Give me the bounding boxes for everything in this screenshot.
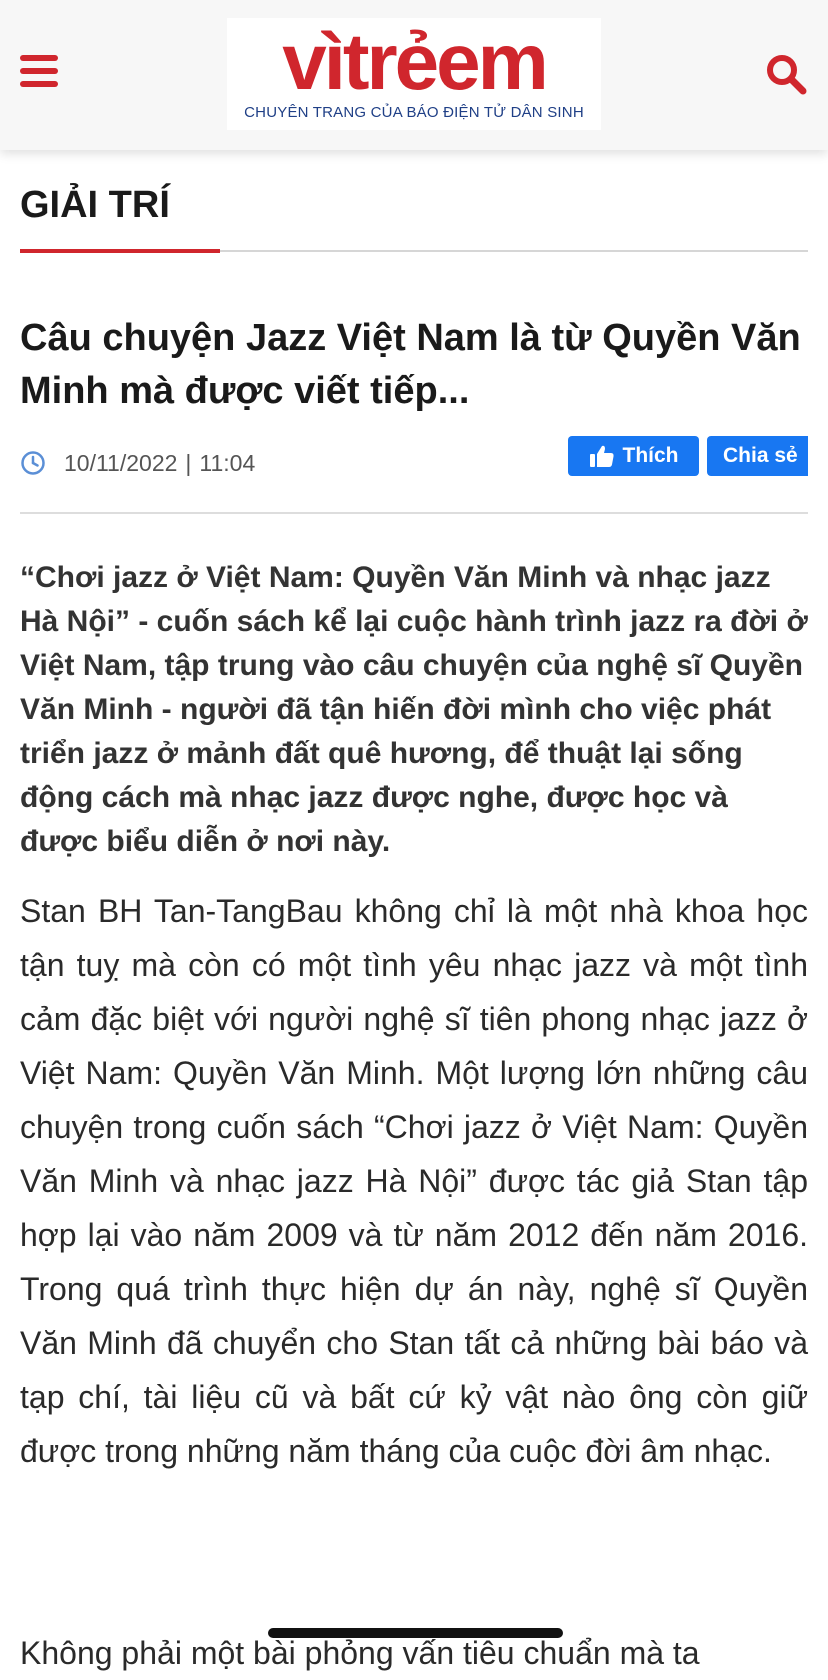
home-indicator[interactable]	[268, 1628, 563, 1638]
meta-separator: |	[185, 449, 192, 476]
site-logo[interactable]: vìtrẻem CHUYÊN TRANG CỦA BÁO ĐIỆN TỬ DÂN…	[227, 18, 601, 130]
article-meta: 10/11/2022 | 11:04	[20, 447, 255, 479]
search-icon[interactable]	[764, 52, 808, 96]
publish-time: 11:04	[199, 449, 256, 476]
facebook-like-button[interactable]: Thích	[568, 436, 699, 476]
section-title[interactable]: GIẢI TRÍ	[20, 184, 170, 227]
meta-divider	[20, 512, 808, 514]
like-label: Thích	[622, 444, 679, 467]
clock-icon	[21, 451, 45, 475]
logo-wordmark: vìtrẻem	[282, 17, 549, 106]
site-header: vìtrẻem CHUYÊN TRANG CỦA BÁO ĐIỆN TỬ DÂN…	[0, 0, 828, 150]
logo-tagline: CHUYÊN TRANG CỦA BÁO ĐIỆN TỬ DÂN SINH	[244, 104, 584, 121]
facebook-share-button[interactable]: Chia sẻ	[707, 436, 808, 476]
article-title: Câu chuyện Jazz Việt Nam là từ Quyền Văn…	[20, 317, 801, 412]
hamburger-menu-icon[interactable]	[20, 55, 58, 89]
thumbs-up-icon	[589, 445, 614, 467]
article-lead: “Chơi jazz ở Việt Nam: Quyền Văn Minh và…	[20, 561, 808, 858]
publish-date: 10/11/2022	[64, 449, 178, 476]
article-paragraph: Stan BH Tan-TangBau không chỉ là một nhà…	[20, 893, 808, 1469]
share-label: Chia sẻ	[723, 444, 798, 467]
section-accent-bar	[20, 249, 220, 253]
